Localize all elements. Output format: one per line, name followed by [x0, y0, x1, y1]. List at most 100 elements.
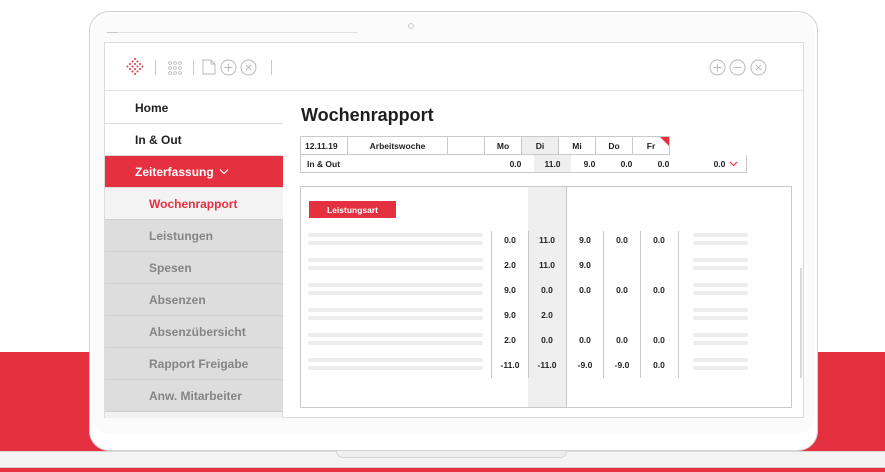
column-divider — [566, 186, 567, 408]
sidebar-item-zeiterfassung[interactable]: Zeiterfassung — [105, 156, 283, 188]
entry-value[interactable]: 9.0 — [568, 260, 602, 270]
sidebar-item-absenzen[interactable]: Absenzen — [105, 284, 283, 316]
placeholder-line — [693, 241, 748, 245]
inout-total-dropdown[interactable]: 0.0 — [706, 155, 746, 172]
entry-value[interactable]: -11.0 — [493, 360, 527, 370]
sidebar-item-label: Absenzübersicht — [149, 324, 246, 339]
sidebar-item-rapport-freigabe[interactable]: Rapport Freigabe — [105, 348, 283, 380]
placeholder-line — [308, 341, 483, 345]
entry-value[interactable]: 0.0 — [568, 285, 602, 295]
document-icon[interactable] — [201, 58, 217, 76]
chevron-down-icon — [729, 161, 738, 167]
placeholder-line — [308, 258, 483, 262]
entry-value[interactable]: 2.0 — [493, 260, 527, 270]
column-divider — [603, 231, 604, 378]
toolbar-separator — [193, 60, 194, 75]
inout-value: 9.0 — [583, 158, 596, 169]
entry-value[interactable]: 0.0 — [530, 285, 564, 295]
leistungsart-button[interactable]: Leistungsart — [309, 201, 396, 218]
entry-value[interactable]: 11.0 — [530, 235, 564, 245]
day-header: Mo — [484, 136, 522, 155]
sidebar-item-label: Anw. Mitarbeiter — [149, 388, 242, 403]
placeholder-line — [693, 291, 748, 295]
sidebar-item-label: Spesen — [149, 260, 192, 275]
placeholder-line — [308, 241, 483, 245]
placeholder-line — [308, 333, 483, 337]
inout-value: 0.0 — [509, 158, 522, 169]
chevron-down-icon — [219, 168, 229, 175]
divider — [300, 155, 301, 156]
entry-value[interactable]: 0.0 — [642, 235, 676, 245]
zoom-out-icon[interactable] — [728, 58, 746, 76]
sidebar-item-spesen[interactable]: Spesen — [105, 252, 283, 284]
camera-icon — [408, 23, 414, 29]
placeholder-line — [308, 291, 483, 295]
sidebar-item-anw-mitarbeiter[interactable]: Anw. Mitarbeiter — [105, 380, 283, 412]
add-circle-icon[interactable] — [219, 58, 237, 76]
placeholder-line — [308, 308, 483, 312]
entry-value[interactable]: -11.0 — [530, 360, 564, 370]
toolbar-separator — [155, 60, 156, 75]
placeholder-line — [693, 316, 748, 320]
blank-cell — [447, 136, 485, 155]
placeholder-line — [308, 266, 483, 270]
inout-total: 0.0 — [713, 158, 726, 169]
week-date[interactable]: 12.11.19 — [300, 136, 348, 155]
placeholder-line — [693, 333, 748, 337]
entry-value[interactable]: 0.0 — [605, 235, 639, 245]
entry-value[interactable]: 0.0 — [642, 360, 676, 370]
entry-value[interactable]: 2.0 — [493, 335, 527, 345]
sidebar-item-in-out[interactable]: In & Out — [105, 124, 283, 156]
inout-row: In & Out 0.0 11.0 9.0 0.0 0.0 0.0 — [300, 155, 747, 173]
entry-value[interactable]: 0.0 — [642, 285, 676, 295]
placeholder-line — [308, 233, 483, 237]
day-label: Fr — [646, 140, 656, 151]
zoom-in-icon[interactable] — [708, 58, 726, 76]
entry-value[interactable]: 9.0 — [493, 310, 527, 320]
entry-value[interactable]: -9.0 — [605, 360, 639, 370]
sidebar-item-absenzuebersicht[interactable]: Absenzübersicht — [105, 316, 283, 348]
entry-value[interactable]: 9.0 — [568, 235, 602, 245]
placeholder-line — [693, 258, 748, 262]
page-title: Wochenrapport — [301, 105, 434, 125]
entry-value[interactable]: 2.0 — [530, 310, 564, 320]
app-window: Home In & Out Zeiterfassung Wochenrappor… — [104, 42, 804, 418]
placeholder-line — [308, 316, 483, 320]
entry-value[interactable]: 0.0 — [493, 235, 527, 245]
inout-label: In & Out — [307, 158, 341, 169]
entry-value[interactable]: 0.0 — [568, 335, 602, 345]
sidebar-item-wochenrapport[interactable]: Wochenrapport — [105, 188, 283, 220]
entry-value[interactable]: 11.0 — [530, 260, 564, 270]
placeholder-line — [693, 358, 748, 362]
sidebar-item-label: Home — [135, 100, 169, 115]
laptop-notch — [336, 451, 567, 458]
entries-panel — [300, 186, 792, 408]
placeholder-line — [693, 233, 748, 237]
placeholder-line — [693, 341, 748, 345]
sidebar-item-label: Wochenrapport — [149, 196, 238, 211]
entry-value[interactable]: 0.0 — [605, 285, 639, 295]
sidebar-item-leistungen[interactable]: Leistungen — [105, 220, 283, 252]
entry-value[interactable]: 9.0 — [493, 285, 527, 295]
apps-grid-icon[interactable] — [166, 59, 184, 77]
inout-value: 0.0 — [620, 158, 633, 169]
entry-value[interactable]: 0.0 — [530, 335, 564, 345]
column-divider — [491, 231, 492, 378]
window-close-icon[interactable] — [749, 58, 767, 76]
entry-value[interactable]: -9.0 — [568, 360, 602, 370]
placeholder-line — [693, 266, 748, 270]
header-spacer — [670, 137, 748, 155]
placeholder-line — [693, 366, 748, 370]
entry-value[interactable]: 0.0 — [642, 335, 676, 345]
day-header: Mi — [558, 136, 596, 155]
scrollbar[interactable] — [800, 268, 802, 378]
sidebar-item-home[interactable]: Home — [105, 92, 283, 124]
placeholder-line — [308, 358, 483, 362]
logo-icon — [125, 57, 145, 77]
entry-value[interactable]: 0.0 — [605, 335, 639, 345]
toolbar — [105, 43, 803, 91]
week-type[interactable]: Arbeitswoche — [347, 136, 448, 155]
close-circle-icon[interactable] — [239, 58, 257, 76]
week-header: 12.11.19 Arbeitswoche Mo Di Mi Do Fr — [300, 136, 747, 155]
sidebar-item-label: Leistungen — [149, 228, 214, 243]
